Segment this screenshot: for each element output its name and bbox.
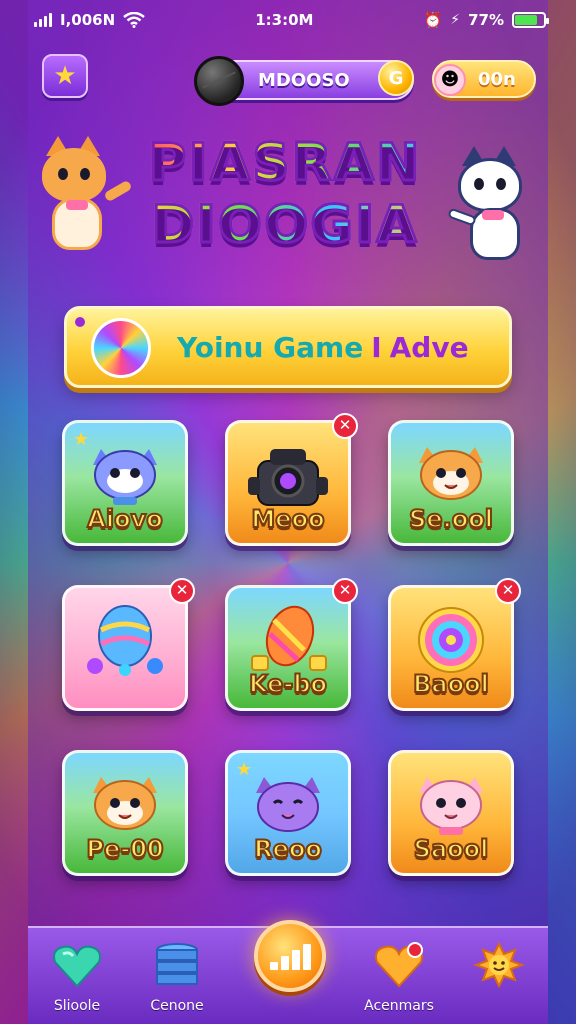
play-game-banner[interactable]: Yoinu Game I Adve (64, 306, 512, 388)
candy-gem-icon (246, 604, 330, 678)
gold-value: 00n (478, 69, 516, 90)
stack-icon (156, 943, 198, 985)
cat-blue-icon (83, 439, 167, 513)
close-icon[interactable]: ✕ (332, 413, 358, 439)
nav-item-slioole[interactable]: Slioole (32, 942, 122, 1014)
lollipop-icon (409, 604, 493, 678)
level-tile-saool[interactable]: Saool (388, 750, 514, 876)
heart-icon (375, 942, 423, 988)
cat-orange-icon (83, 769, 167, 843)
level-label: Se.ool (408, 504, 494, 534)
level-label: Baool (412, 669, 490, 699)
level-tile-pe-00[interactable]: Pe-00 (62, 750, 188, 876)
level-label: Aiovo (86, 504, 163, 534)
level-tile-baool[interactable]: Baool ✕ (388, 578, 521, 711)
level-label: Reoo (253, 834, 323, 864)
level-tile-egg[interactable]: ✕ (62, 578, 195, 711)
level-label: Pe-00 (85, 834, 164, 864)
title-line-2: DIOOGIA (140, 194, 430, 257)
cat-purple-icon (246, 769, 330, 843)
close-icon[interactable]: ✕ (495, 578, 521, 604)
status-bar: I,006N 1:3:0M ⏰ ⚡ 77% (0, 0, 576, 40)
banner-text: Yoinu Game I Adve (177, 331, 469, 364)
game-title-logo: PIASRAN DIOOGIA (140, 132, 430, 268)
level-label: Saool (413, 834, 490, 864)
close-icon[interactable]: ✕ (169, 578, 195, 604)
star-icon: ★ (53, 61, 77, 91)
clock-text: 1:3:0M (255, 11, 314, 29)
signal-icon (34, 13, 52, 27)
chart-icon (269, 944, 311, 970)
title-line-1: PIASRAN (140, 132, 430, 195)
no-signal-icon: ⚡ (450, 12, 461, 28)
close-icon[interactable]: ✕ (332, 578, 358, 604)
player-name: MDOOSO (258, 70, 350, 91)
carrier-text: I,006N (60, 11, 116, 29)
battery-text: 77% (468, 11, 504, 29)
nav-item-cenone[interactable]: Cenone (132, 942, 222, 1014)
level-tile-se-ool[interactable]: Se.ool (388, 420, 514, 546)
banner-dot (75, 317, 85, 327)
alarm-icon: ⏰ (423, 11, 443, 29)
heart-gem-icon (53, 945, 101, 988)
level-label: Ke-bo (248, 669, 328, 699)
level-tile-meoo[interactable]: Meoo ✕ (225, 413, 358, 546)
nav-item-acenmars[interactable]: Acenmars (354, 942, 444, 1014)
level-tile-aiovo[interactable]: ★ Aiovo (62, 420, 188, 546)
gold-counter[interactable]: ☻ 00n (432, 60, 536, 98)
level-label: Meoo (250, 504, 325, 534)
sun-star-icon (473, 941, 525, 989)
orange-cat-mascot (36, 136, 133, 256)
cat-orange-icon (409, 439, 493, 513)
favorites-button[interactable]: ★ (42, 54, 88, 98)
nav-center-play-button[interactable] (254, 920, 326, 992)
navy-cat-mascot (447, 146, 544, 266)
mascot-face-icon: ☻ (434, 64, 466, 96)
wifi-icon (123, 12, 145, 28)
player-avatar (194, 56, 244, 106)
bottom-nav: Slioole Cenone Acenmars (28, 920, 548, 1024)
swirl-candy-icon (91, 318, 151, 378)
level-tile-reoo[interactable]: ★ Reoo (225, 750, 351, 876)
coin-icon: G (378, 60, 414, 96)
egg-icon (83, 604, 167, 678)
battery-icon (512, 12, 549, 28)
robot-icon (246, 439, 330, 513)
cat-pink-icon (409, 769, 493, 843)
level-tile-ke-bo[interactable]: Ke-bo ✕ (225, 578, 358, 711)
nav-item-sun[interactable] (454, 941, 544, 998)
